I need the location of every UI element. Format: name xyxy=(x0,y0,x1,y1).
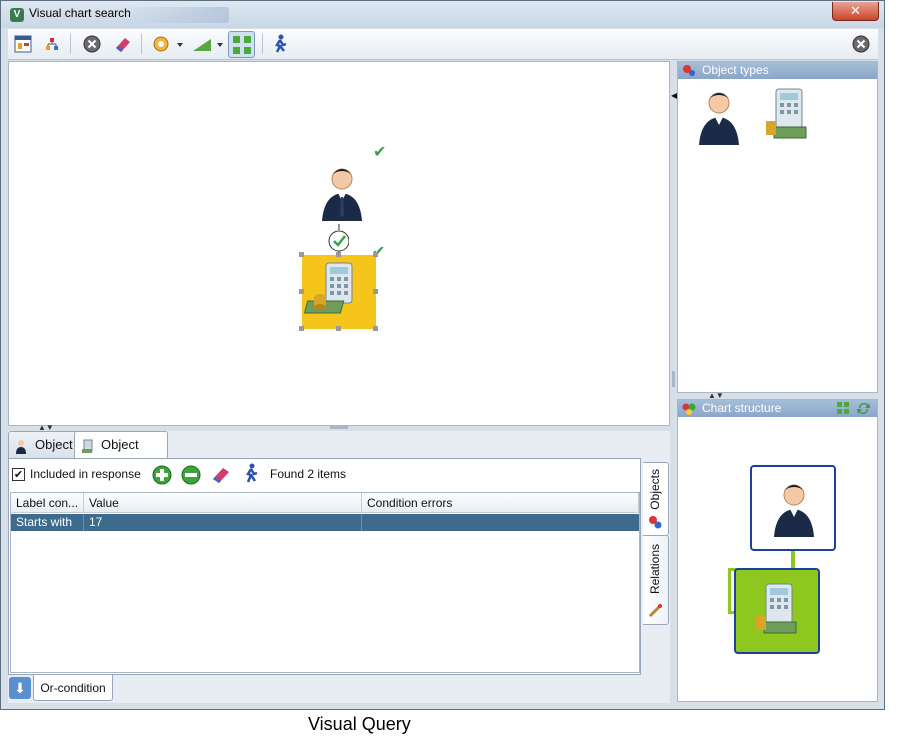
cell-value[interactable]: 17 xyxy=(84,514,362,531)
tab-finance-object[interactable]: Object xyxy=(74,431,168,459)
window-title: Visual chart search xyxy=(29,6,131,20)
run-search-icon[interactable] xyxy=(242,463,260,488)
background-window-ghost xyxy=(119,7,229,23)
add-condition-icon[interactable] xyxy=(152,465,172,488)
chart-canvas[interactable]: ✔ ✔ xyxy=(8,61,670,426)
finance-type-icon[interactable] xyxy=(766,87,810,150)
object-types-icon xyxy=(682,64,696,77)
structure-person-node[interactable] xyxy=(750,465,836,551)
selected-object-node[interactable] xyxy=(299,252,378,331)
chart-structure-header: Chart structure xyxy=(678,400,877,417)
refresh-icon[interactable] xyxy=(856,401,871,421)
side-tab-objects-label: Objects xyxy=(648,469,662,510)
run-icon[interactable] xyxy=(269,33,291,55)
relation-check-icon[interactable] xyxy=(325,224,349,254)
object-types-panel: Object types xyxy=(677,61,878,393)
splitter-grip[interactable] xyxy=(672,371,675,387)
zoom-icon[interactable] xyxy=(190,33,224,55)
objects-tab-icon xyxy=(648,515,662,532)
object-types-header: Object types xyxy=(678,62,877,79)
filter-icon[interactable] xyxy=(150,33,184,55)
fit-structure-icon[interactable] xyxy=(836,401,850,420)
structure-object-node[interactable] xyxy=(734,568,820,654)
layout-icon[interactable] xyxy=(12,33,34,55)
included-label: Included in response xyxy=(30,467,141,481)
eraser-icon[interactable] xyxy=(112,33,134,55)
fit-icon[interactable] xyxy=(228,31,255,58)
caption: Visual Query xyxy=(308,714,411,734)
or-condition-arrow-icon[interactable]: ⬇ xyxy=(9,677,31,699)
chart-structure-title: Chart structure xyxy=(702,401,782,415)
canvas-splitter-handle[interactable] xyxy=(330,426,348,429)
window-close-button[interactable]: ✕ xyxy=(832,2,879,21)
app-icon: V xyxy=(10,8,24,22)
conditions-grid: Label con... Value Condition errors Star… xyxy=(10,492,640,673)
cell-label-condition[interactable]: Starts with xyxy=(11,514,84,531)
tab-label: Object xyxy=(101,437,139,452)
table-row[interactable]: Starts with 17 xyxy=(11,514,639,531)
close-icon[interactable] xyxy=(850,33,872,55)
found-items-label: Found 2 items xyxy=(270,467,347,481)
title-bar[interactable]: V Visual chart search ✕ xyxy=(1,1,884,28)
chart-structure-panel: Chart structure xyxy=(677,399,878,702)
side-tab-relations[interactable]: Relations xyxy=(643,535,669,625)
person-type-icon[interactable] xyxy=(697,89,741,148)
vertical-splitter[interactable]: ◀ xyxy=(670,61,677,701)
side-tab-objects[interactable]: Objects xyxy=(643,462,669,536)
check-icon: ✔ xyxy=(373,144,387,161)
column-header-value[interactable]: Value xyxy=(84,493,362,513)
remove-condition-icon[interactable] xyxy=(181,465,201,488)
or-condition-tab[interactable]: Or-condition xyxy=(33,675,113,701)
tree-icon[interactable] xyxy=(41,33,63,55)
side-tab-relations-label: Relations xyxy=(648,544,662,595)
relations-tab-icon xyxy=(648,604,662,621)
clear-conditions-icon[interactable] xyxy=(210,464,232,489)
object-types-title: Object types xyxy=(702,63,769,77)
chart-structure-icon xyxy=(682,402,696,415)
included-checkbox[interactable]: ✔ xyxy=(12,468,25,481)
column-header-label-condition[interactable]: Label con... xyxy=(11,493,84,513)
column-header-condition-errors[interactable]: Condition errors xyxy=(362,493,639,513)
tab-label: Object xyxy=(35,437,73,452)
clear-icon[interactable] xyxy=(81,33,103,55)
cell-condition-errors[interactable] xyxy=(362,514,639,531)
person-node[interactable] xyxy=(318,165,366,224)
toolbar xyxy=(8,29,878,60)
